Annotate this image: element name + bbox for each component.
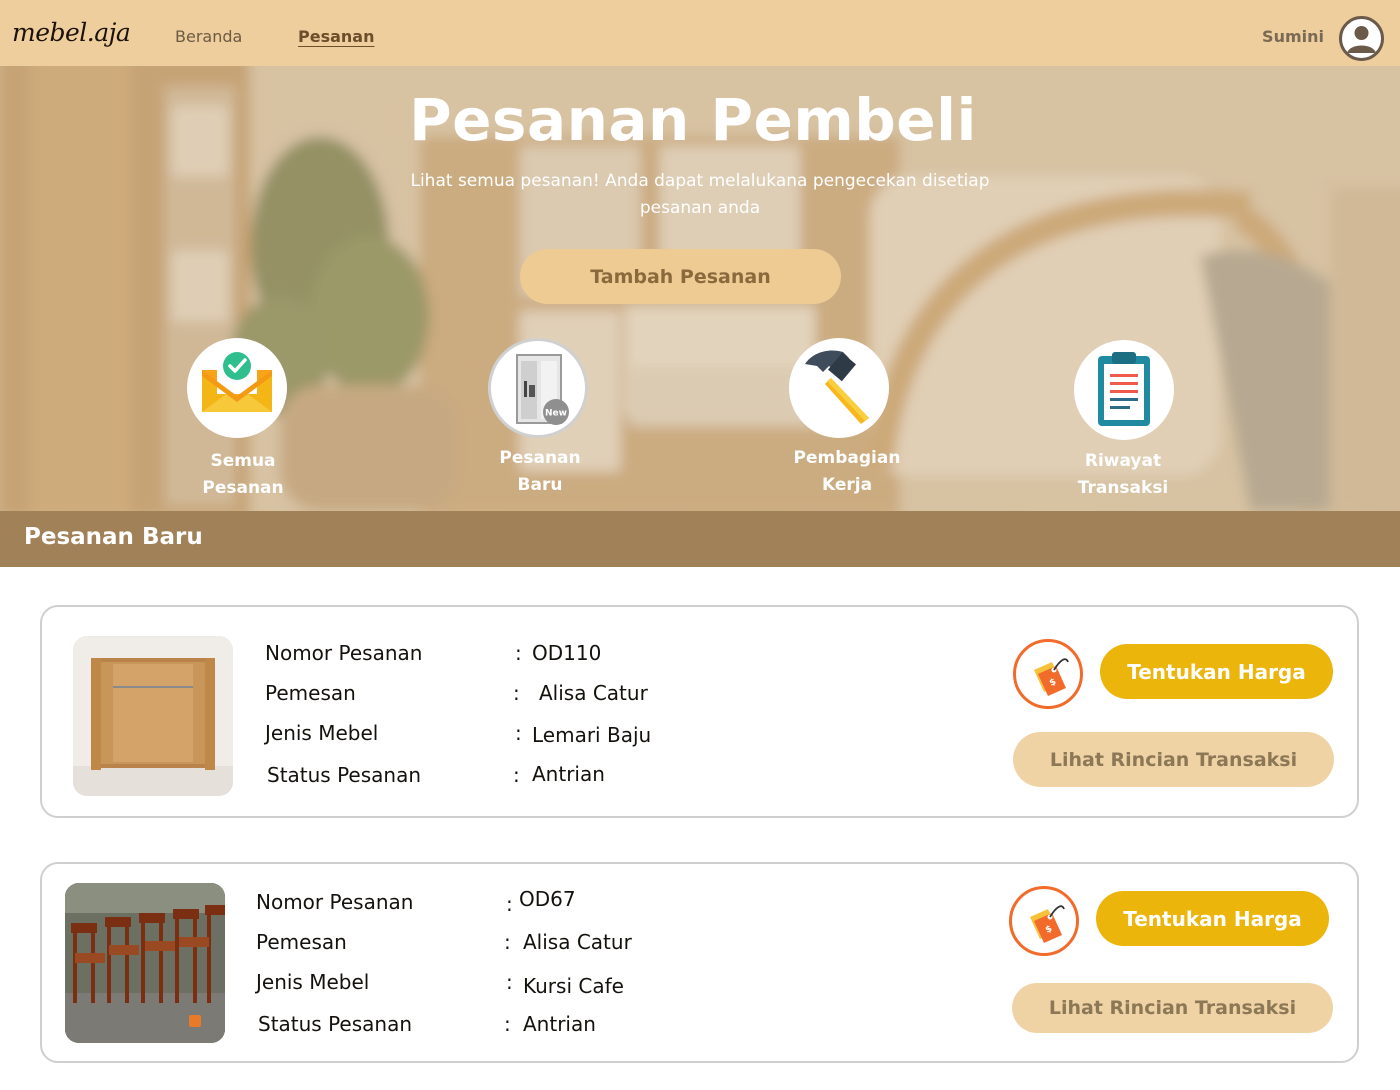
wardrobe-photo [73, 636, 233, 796]
hero-banner: Pesanan Pembeli Lihat semua pesanan! And… [0, 66, 1400, 511]
category-label-line: Transaksi [1077, 478, 1169, 498]
add-order-button[interactable]: Tambah Pesanan [520, 249, 841, 304]
page-title: Pesanan Pembeli [409, 86, 977, 154]
value-buyer: Alisa Catur [539, 681, 648, 705]
category-circle[interactable] [187, 338, 287, 438]
user-name[interactable]: Sumini [1262, 27, 1324, 46]
price-tag-icon[interactable]: $ [1013, 639, 1083, 709]
category-label-line: Riwayat [1084, 451, 1162, 471]
label-buyer: Pemesan [256, 930, 347, 954]
section-header: Pesanan Baru [0, 511, 1400, 567]
page-subtitle: Lihat semua pesanan! Anda dapat melaluka… [410, 171, 990, 218]
label-furniture-type: Jenis Mebel [265, 721, 379, 745]
separator-colon: : [513, 681, 520, 705]
envelope-check-icon [202, 352, 272, 412]
price-tag-graphic: $ [1030, 905, 1065, 943]
separator-colon: : [515, 641, 522, 665]
value-furniture-type: Lemari Baju [532, 723, 652, 747]
separator-colon: : [504, 1012, 511, 1036]
order-card: Nomor Pesanan Pemesan Jenis Mebel Status… [40, 605, 1359, 818]
separator-colon: : [506, 970, 513, 994]
nav-link-beranda[interactable]: Beranda [175, 27, 242, 46]
separator-colon: : [504, 930, 511, 954]
category-label-line: Semua [210, 451, 276, 471]
price-tag-graphic: $ [1034, 658, 1069, 696]
value-order-number: OD110 [532, 641, 602, 665]
cafe-chairs-photo [65, 883, 225, 1043]
new-wardrobe-icon: New [516, 354, 569, 425]
category-circle[interactable]: New [488, 338, 588, 438]
label-order-number: Nomor Pesanan [265, 641, 423, 665]
hammer-icon [805, 350, 869, 424]
value-order-status: Antrian [523, 1012, 596, 1036]
product-image [73, 636, 233, 796]
brand-logo[interactable]: mebel.aja [12, 18, 131, 47]
section-title: Pesanan Baru [24, 524, 203, 550]
clipboard-icon [1098, 352, 1150, 426]
value-furniture-type: Kursi Cafe [523, 974, 624, 998]
user-avatar-icon [1347, 26, 1376, 53]
set-price-button[interactable]: Tentukan Harga [1100, 644, 1333, 699]
top-navbar: mebel.aja Beranda Pesanan Sumini [0, 0, 1400, 66]
category-label-line: Pesanan [202, 478, 284, 498]
view-transaction-details-button[interactable]: Lihat Rincian Transaksi [1013, 732, 1334, 787]
category-circle[interactable] [1074, 340, 1174, 440]
value-buyer: Alisa Catur [523, 930, 632, 954]
category-label-line: Pesanan [499, 448, 581, 468]
label-order-number: Nomor Pesanan [256, 890, 414, 914]
avatar[interactable] [1339, 16, 1384, 61]
separator-colon: : [506, 892, 513, 916]
view-transaction-details-button[interactable]: Lihat Rincian Transaksi [1012, 983, 1333, 1033]
category-label-line: Kerja [821, 475, 873, 495]
value-order-status: Antrian [532, 762, 605, 786]
separator-colon: : [513, 763, 520, 787]
label-buyer: Pemesan [265, 681, 356, 705]
set-price-button[interactable]: Tentukan Harga [1096, 891, 1329, 946]
category-label-line: Pembagian [793, 448, 901, 468]
price-tag-icon[interactable]: $ [1009, 886, 1079, 956]
category-label-line: Baru [517, 475, 563, 495]
label-furniture-type: Jenis Mebel [256, 970, 370, 994]
label-order-status: Status Pesanan [267, 763, 422, 787]
separator-colon: : [515, 721, 522, 745]
order-card: Nomor Pesanan Pemesan Jenis Mebel Status… [40, 862, 1359, 1063]
product-image [65, 883, 225, 1043]
new-badge: New [545, 409, 567, 419]
category-circle[interactable] [789, 338, 889, 438]
nav-link-pesanan[interactable]: Pesanan [298, 27, 374, 46]
value-order-number: OD67 [519, 887, 576, 911]
label-order-status: Status Pesanan [258, 1012, 413, 1036]
